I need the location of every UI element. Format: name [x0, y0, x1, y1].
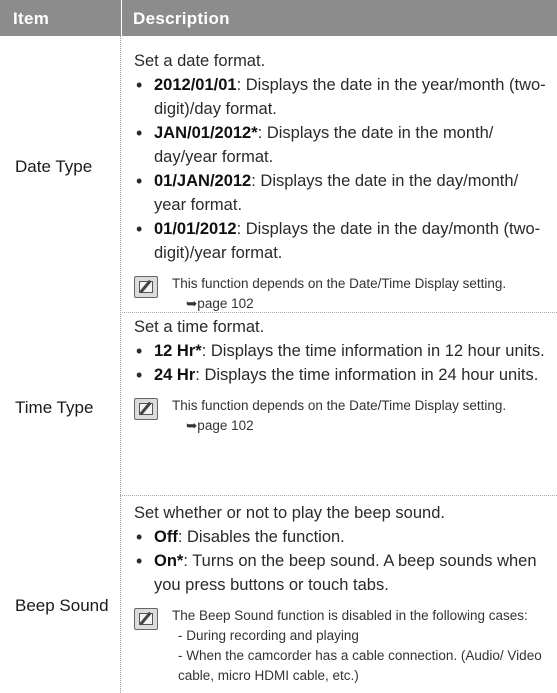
note-line: - When the camcorder has a cable connect…: [178, 648, 542, 683]
option-term: 01/01/2012: [154, 220, 237, 238]
row-description: Set a date format. • 2012/01/01: Displays…: [134, 49, 552, 314]
row-description: Set a time format. • 12 Hr*: Displays the…: [134, 315, 552, 436]
table-row-time-type: Time Type Set a time format. • 12 Hr*: Di…: [0, 312, 557, 495]
option-item: • 12 Hr*: Displays the time information i…: [134, 339, 552, 363]
option-term: 2012/01/01: [154, 76, 237, 94]
page-reference: ➥page 102: [186, 418, 254, 433]
option-term: 24 Hr: [154, 366, 196, 384]
option-item: • On*: Turns on the beep sound. A beep so…: [134, 549, 552, 597]
intro-text: Set whether or not to play the beep soun…: [134, 504, 445, 522]
option-term: 12 Hr*: [154, 342, 202, 360]
note-text: This function depends on the Date/Time D…: [172, 276, 507, 291]
bullet-icon: •: [136, 365, 143, 385]
option-item: • 2012/01/01: Displays the date in the ye…: [134, 73, 552, 121]
row-description: Set whether or not to play the beep soun…: [134, 501, 552, 686]
bullet-icon: •: [136, 123, 143, 143]
option-term: 01/JAN/2012: [154, 172, 252, 190]
item-label: Time Type: [15, 398, 94, 417]
header-description: Description: [133, 9, 230, 28]
item-label: Beep Sound: [15, 596, 109, 615]
bullet-icon: •: [136, 551, 143, 571]
option-item: • JAN/01/2012*: Displays the date in the …: [134, 121, 552, 169]
option-text: : Disables the function.: [177, 528, 345, 546]
bullet-icon: •: [136, 341, 143, 361]
page-reference: ➥page 102: [186, 296, 254, 311]
note-icon: [134, 398, 158, 420]
intro-text: Set a date format.: [134, 52, 266, 70]
note-text: The Beep Sound function is disabled in t…: [172, 608, 528, 623]
option-item: • Off: Disables the function.: [134, 525, 552, 549]
note: This function depends on the Date/Time D…: [134, 274, 552, 314]
bullet-icon: •: [136, 527, 143, 547]
header-item: Item: [13, 9, 50, 28]
header-divider: [121, 0, 122, 36]
note: The Beep Sound function is disabled in t…: [134, 606, 552, 686]
option-item: • 01/JAN/2012: Displays the date in the d…: [134, 169, 552, 217]
note-icon: [134, 608, 158, 630]
option-term: On*: [154, 552, 184, 570]
bullet-icon: •: [136, 219, 143, 239]
bullet-icon: •: [136, 171, 143, 191]
option-text: : Turns on the beep sound. A beep sounds…: [154, 552, 537, 594]
note-text: This function depends on the Date/Time D…: [172, 398, 507, 413]
note-icon: [134, 276, 158, 298]
note-line: - During recording and playing: [178, 628, 359, 643]
table-row-date-type: Date Type Set a date format. • 2012/01/01…: [0, 36, 557, 312]
option-text: : Displays the time information in 12 ho…: [201, 342, 545, 360]
option-term: Off: [154, 528, 178, 546]
option-text: : Displays the time information in 24 ho…: [195, 366, 539, 384]
bullet-icon: •: [136, 75, 143, 95]
option-item: • 24 Hr: Displays the time information in…: [134, 363, 552, 387]
option-list: • 12 Hr*: Displays the time information i…: [134, 339, 552, 387]
table-header: Item Description: [0, 0, 557, 36]
option-list: • 2012/01/01: Displays the date in the ye…: [134, 73, 552, 265]
settings-table: Item Description Date Type Set a date fo…: [0, 0, 557, 693]
intro-text: Set a time format.: [134, 318, 265, 336]
item-label: Date Type: [15, 157, 93, 176]
option-list: • Off: Disables the function. • On*: Turns…: [134, 525, 552, 597]
option-term: JAN/01/2012*: [154, 124, 258, 142]
note: This function depends on the Date/Time D…: [134, 396, 552, 436]
table-row-beep-sound: Beep Sound Set whether or not to play th…: [0, 495, 557, 693]
option-item: • 01/01/2012: Displays the date in the da…: [134, 217, 552, 265]
